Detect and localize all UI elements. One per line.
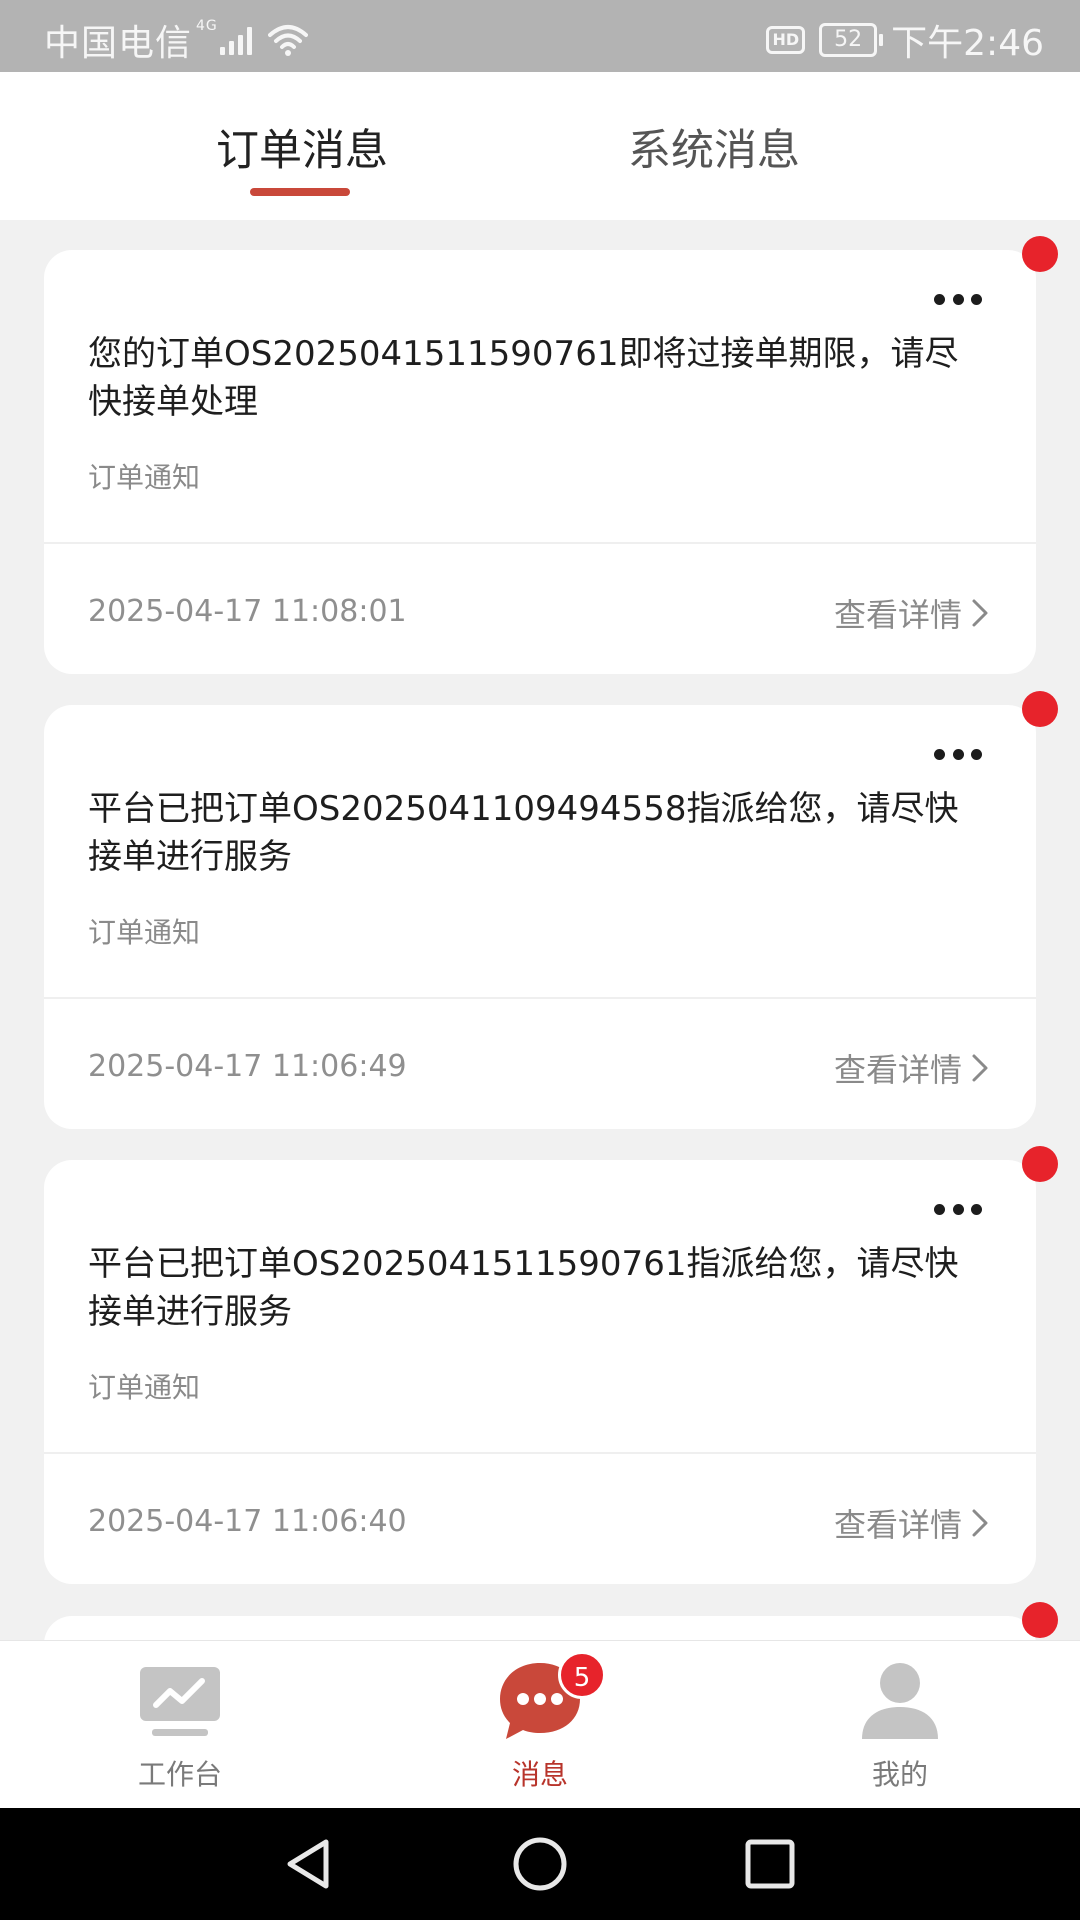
status-right: HD 52 下午2:46 [766, 14, 1044, 66]
unread-dot [1022, 1602, 1058, 1638]
active-tab-indicator [250, 188, 350, 196]
nav-messages-label: 消息 [511, 1758, 568, 1791]
unread-dot [1022, 1146, 1058, 1182]
tab-bar: 订单消息 系统消息 [0, 72, 1080, 220]
message-time: 2025-04-17 11:06:40 [88, 1504, 407, 1539]
back-icon[interactable] [278, 1834, 338, 1894]
message-list[interactable]: 您的订单OS2025041511590761即将过接单期限，请尽快接单处理 订单… [0, 220, 1080, 1640]
nav-messages[interactable]: 5 消息 [440, 1641, 640, 1809]
more-icon[interactable] [934, 294, 982, 306]
nav-mine-label: 我的 [871, 1758, 928, 1791]
chevron-right-icon [972, 599, 988, 627]
card-divider [44, 997, 1036, 999]
status-bar: 中国电信 4G HD 52 下午2:46 [0, 0, 1080, 72]
tab-system-messages[interactable]: 系统消息 [628, 116, 800, 178]
chevron-right-icon [972, 1054, 988, 1082]
view-detail-link[interactable]: 查看详情 [834, 1045, 992, 1091]
view-detail-link[interactable]: 查看详情 [834, 1500, 992, 1546]
chart-icon [140, 1667, 220, 1736]
message-card[interactable]: 平台已把订单OS2025041511590761指派给您，请尽快接单进行服务 订… [44, 1146, 1058, 1584]
message-category: 订单通知 [88, 1371, 201, 1404]
message-card[interactable]: 平台已把订单OS2025041109494558指派给您，请尽快接单进行服务 订… [44, 691, 1058, 1129]
message-count-badge: 5 [558, 1651, 606, 1699]
home-icon[interactable] [510, 1834, 570, 1894]
message-time: 2025-04-17 11:08:01 [88, 594, 407, 629]
message-text: 平台已把订单OS2025041511590761指派给您，请尽快接单进行服务 [88, 1244, 959, 1332]
chevron-right-icon [972, 1509, 988, 1537]
view-detail-link[interactable]: 查看详情 [834, 590, 992, 636]
network-type: 4G [196, 18, 218, 34]
bottom-nav: 工作台 5 消息 我的 [0, 1640, 1080, 1809]
carrier-label: 中国电信 [44, 23, 193, 64]
message-card[interactable]: 您的订单OS2025041511590761即将过接单期限，请尽快接单处理 订单… [44, 236, 1058, 674]
message-category: 订单通知 [88, 461, 201, 494]
clock: 下午2:46 [891, 23, 1044, 64]
person-icon [862, 1663, 938, 1739]
status-left: 中国电信 4G [44, 14, 308, 66]
message-text: 您的订单OS2025041511590761即将过接单期限，请尽快接单处理 [88, 334, 959, 422]
nav-workbench-label: 工作台 [137, 1758, 222, 1791]
nav-workbench[interactable]: 工作台 [80, 1641, 280, 1809]
wifi-icon [267, 25, 308, 56]
unread-dot [1022, 691, 1058, 727]
unread-dot [1022, 236, 1058, 272]
more-icon[interactable] [934, 749, 982, 761]
more-icon[interactable] [934, 1204, 982, 1216]
signal-icon [219, 25, 252, 55]
message-card[interactable] [44, 1602, 1058, 1640]
message-time: 2025-04-17 11:06:49 [88, 1049, 407, 1084]
message-category: 订单通知 [88, 916, 201, 949]
view-detail-label: 查看详情 [833, 596, 962, 634]
hd-icon: HD [766, 26, 806, 54]
recents-icon[interactable] [740, 1834, 800, 1894]
message-text: 平台已把订单OS2025041109494558指派给您，请尽快接单进行服务 [88, 789, 959, 877]
system-nav-bar [0, 1808, 1080, 1920]
card-divider [44, 1452, 1036, 1454]
battery-icon: 52 [819, 23, 884, 57]
view-detail-label: 查看详情 [833, 1051, 962, 1089]
view-detail-label: 查看详情 [833, 1506, 962, 1544]
tab-order-messages[interactable]: 订单消息 [216, 116, 388, 178]
nav-mine[interactable]: 我的 [800, 1641, 1000, 1809]
card-divider [44, 542, 1036, 544]
